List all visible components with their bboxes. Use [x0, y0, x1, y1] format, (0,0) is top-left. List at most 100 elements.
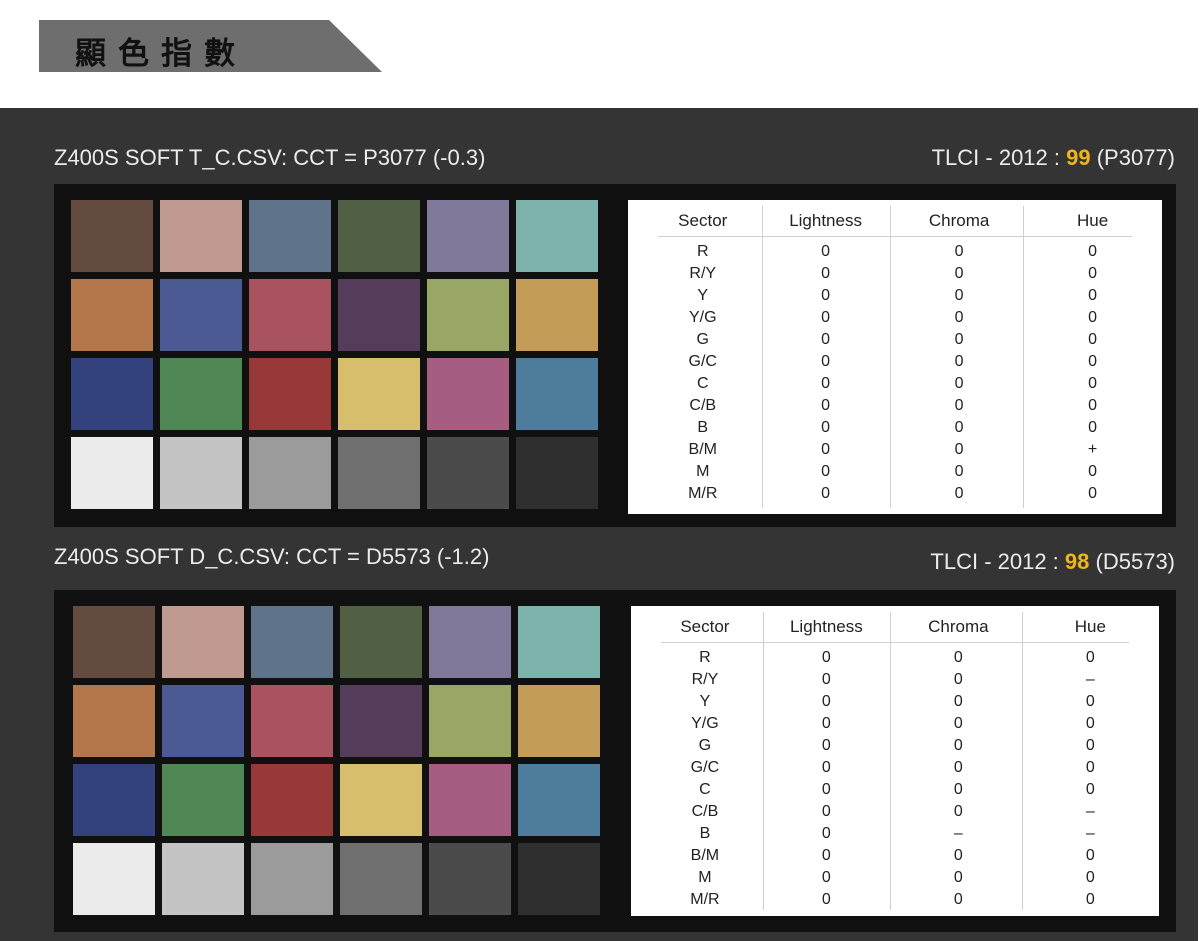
- table-row: M 0 0 0: [628, 462, 1162, 484]
- table-cell-hue: 0: [1088, 397, 1098, 414]
- table-cell-hue: 0: [1088, 419, 1098, 436]
- color-patch: [71, 200, 153, 272]
- table-cell-lightness: 0: [821, 869, 831, 886]
- table-cell-lightness: 0: [821, 441, 831, 458]
- color-patch: [249, 358, 331, 430]
- column-header: Sector: [680, 617, 730, 636]
- measurement-2-tlci: TLCI - 2012 : 98 (D5573): [930, 549, 1175, 575]
- table-cell-lightness: 0: [821, 397, 831, 414]
- color-patch: [249, 437, 331, 509]
- table-cell-lightness: 0: [821, 485, 831, 502]
- color-patch: [249, 200, 331, 272]
- table-cell-chroma: 0: [953, 693, 963, 710]
- table-cell-sector: G: [698, 737, 712, 754]
- table-cell-hue: 0: [1088, 463, 1098, 480]
- table-cell-chroma: 0: [953, 649, 963, 666]
- title-banner: 顯色指數: [39, 20, 382, 72]
- table-cell-lightness: 0: [821, 649, 831, 666]
- table-cell-chroma: 0: [954, 463, 964, 480]
- table-cell-lightness: 0: [821, 331, 831, 348]
- table-cell-chroma: 0: [954, 287, 964, 304]
- measurement-1-tlci: TLCI - 2012 : 99 (P3077): [932, 145, 1175, 171]
- table-cell-chroma: 0: [954, 375, 964, 392]
- table-cell-lightness: 0: [821, 353, 831, 370]
- column-header: Chroma: [928, 617, 989, 636]
- color-patch: [73, 685, 155, 757]
- table-cell-sector: C: [696, 375, 709, 392]
- table-row: Y/G 0 0 0: [628, 308, 1162, 330]
- table-cell-chroma: 0: [953, 715, 963, 732]
- tlci-label: TLCI - 2012 :: [930, 549, 1065, 574]
- table-row: Y 0 0 0: [631, 692, 1159, 714]
- table-cell-hue: 0: [1085, 869, 1095, 886]
- table-row: R/Y 0 0 0: [628, 264, 1162, 286]
- table-cell-sector: Y: [699, 693, 711, 710]
- color-patch: [160, 437, 242, 509]
- table-cell-hue: –: [1085, 803, 1095, 820]
- color-patch: [162, 764, 244, 836]
- table-cell-sector: B: [697, 419, 709, 436]
- measurement-2-file-line: Z400S SOFT D_C.CSV: CCT = D5573 (-1.2): [54, 544, 490, 569]
- table-cell-chroma: 0: [954, 353, 964, 370]
- table-row: M/R 0 0 0: [631, 890, 1159, 912]
- column-header: Lightness: [789, 211, 862, 230]
- table-row: R 0 0 0: [628, 242, 1162, 264]
- color-patch: [516, 437, 598, 509]
- measurement-1-block: Sector Lightness Chroma Hue R 0 0 0 R/Y 0 0 0 Y 0 0 0 Y/…: [54, 184, 1176, 527]
- table-cell-lightness: 0: [821, 419, 831, 436]
- table-cell-lightness: 0: [821, 375, 831, 392]
- color-patch: [251, 843, 333, 915]
- table-cell-chroma: –: [953, 825, 963, 842]
- color-patch: [340, 606, 422, 678]
- table-cell-sector: G/C: [690, 759, 720, 776]
- table-row: Y 0 0 0: [628, 286, 1162, 308]
- color-patch: [429, 685, 511, 757]
- color-patch: [73, 843, 155, 915]
- color-checker-chart: [71, 200, 598, 509]
- table-cell-hue: –: [1085, 671, 1095, 688]
- color-checker-chart: [73, 606, 600, 915]
- color-patch: [71, 358, 153, 430]
- table-cell-hue: +: [1087, 441, 1098, 458]
- color-patch: [516, 200, 598, 272]
- table-cell-hue: 0: [1088, 243, 1098, 260]
- table-row: B 0 0 0: [628, 418, 1162, 440]
- tlci-reference: (D5573): [1089, 549, 1175, 574]
- table-cell-lightness: 0: [821, 759, 831, 776]
- measurement-1-file-line: Z400S SOFT T_C.CSV: CCT = P3077 (-0.3): [54, 145, 486, 170]
- color-patch: [427, 200, 509, 272]
- color-patch: [160, 279, 242, 351]
- color-patch: [338, 358, 420, 430]
- table-cell-lightness: 0: [821, 891, 831, 908]
- table-cell-sector: C/B: [689, 397, 717, 414]
- color-patch: [518, 685, 600, 757]
- color-patch: [73, 606, 155, 678]
- color-patch: [71, 437, 153, 509]
- table-cell-sector: C/B: [691, 803, 719, 820]
- table-row: C 0 0 0: [628, 374, 1162, 396]
- table-cell-chroma: 0: [954, 265, 964, 282]
- sector-table: Sector Lightness Chroma Hue R 0 0 0 R/Y 0 0– Y 0 0 0 Y/…: [631, 606, 1159, 916]
- color-patch: [516, 358, 598, 430]
- color-patch: [162, 606, 244, 678]
- page-title: 顯色指數: [75, 36, 247, 72]
- table-cell-lightness: 0: [821, 671, 831, 688]
- table-cell-chroma: 0: [953, 737, 963, 754]
- measurement-2-block: Sector Lightness Chroma Hue R 0 0 0 R/Y 0 0– Y 0 0 0 Y/…: [54, 590, 1176, 932]
- table-row: R 0 0 0: [631, 648, 1159, 670]
- table-cell-hue: –: [1085, 825, 1095, 842]
- color-patch: [427, 437, 509, 509]
- table-cell-lightness: 0: [821, 781, 831, 798]
- tlci-reference: (P3077): [1090, 145, 1175, 170]
- color-patch: [429, 606, 511, 678]
- table-cell-sector: M/R: [688, 485, 718, 502]
- color-patch: [518, 764, 600, 836]
- color-patch: [338, 279, 420, 351]
- table-cell-hue: 0: [1085, 891, 1095, 908]
- color-patch: [251, 685, 333, 757]
- table-body: R 0 0 0 R/Y 0 0 – Y 0 0 0 Y/G 0 0 0 G 0 0 0 G/C 0 0 0 C 0 0 0 C/B 0 0 –…: [631, 648, 1159, 912]
- color-patch: [162, 843, 244, 915]
- color-patch: [427, 279, 509, 351]
- color-patch: [340, 685, 422, 757]
- table-cell-chroma: 0: [954, 419, 964, 436]
